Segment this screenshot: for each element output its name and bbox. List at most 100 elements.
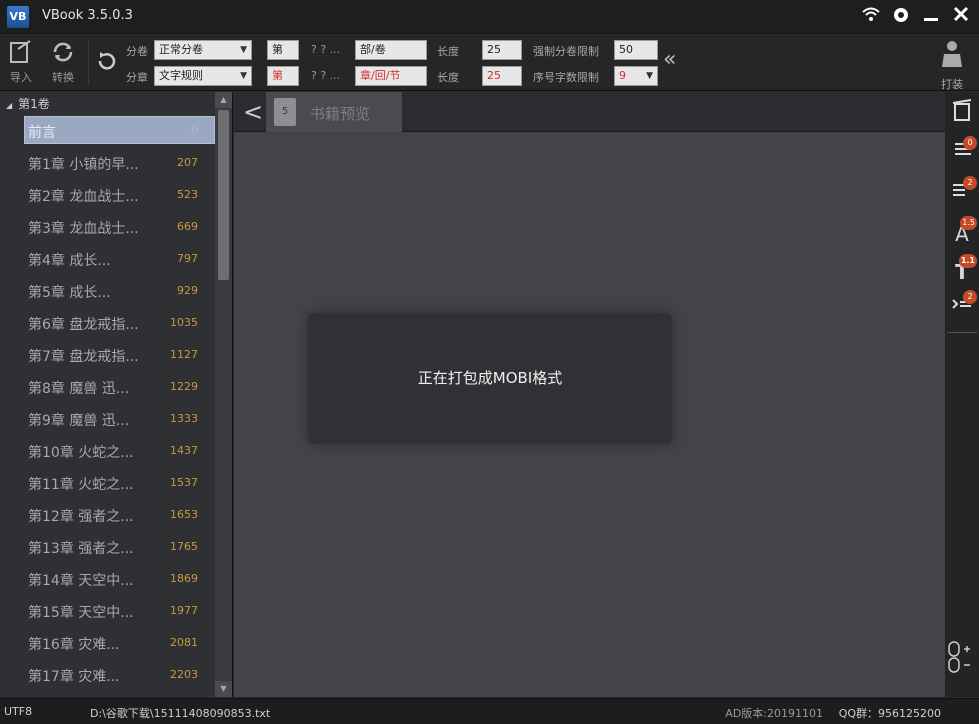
pack-button[interactable]: 打装	[935, 39, 969, 92]
line-spacing-icon[interactable]: 2	[949, 176, 977, 208]
convert-button[interactable]: 转换	[46, 39, 80, 85]
chapter-name: 第16章 灾难...	[28, 637, 120, 653]
list-item[interactable]: 第2章 龙血战士... 523	[0, 178, 216, 210]
collapse-double-chevron-icon[interactable]: «	[663, 47, 676, 72]
chapter-line-number: 929	[177, 284, 198, 297]
mouse-zoom-icon[interactable]	[947, 640, 977, 676]
text-style-icon[interactable]: T 1.1	[949, 254, 977, 286]
minimize-icon[interactable]	[921, 6, 941, 26]
list-item[interactable]: 第6章 盘龙戒指... 1035	[0, 306, 216, 338]
toolbar-separator	[88, 41, 89, 85]
paragraph-spacing-icon[interactable]: 2	[949, 290, 977, 322]
window-title: VBook 3.5.0.3	[42, 8, 133, 23]
sidebar-scrollbar[interactable]: ▲ ▼	[215, 92, 232, 697]
import-label: 导入	[10, 71, 32, 84]
list-item[interactable]: 第7章 盘龙戒指... 1127	[0, 338, 216, 370]
tree-root-volume[interactable]: ◢ 第1卷	[6, 95, 50, 113]
wifi-icon[interactable]	[861, 6, 881, 26]
status-bar: UTF8 D:\谷歌下载\15111408090853.txt AD版本:201…	[0, 698, 979, 724]
list-item[interactable]: 第10章 火蛇之... 1437	[0, 434, 216, 466]
list-item[interactable]: 第11章 火蛇之... 1537	[0, 466, 216, 498]
list-item[interactable]: 第1章 小镇的早... 207	[0, 146, 216, 178]
chapter-prefix-input[interactable]: 第	[267, 66, 299, 86]
indent-lines-icon[interactable]: 0	[949, 136, 977, 168]
volume-length-input[interactable]: 25	[482, 40, 522, 60]
chapter-name: 第8章 魔兽 迅...	[28, 381, 130, 397]
list-item[interactable]: 第13章 强者之... 1765	[0, 530, 216, 562]
status-qq-group: QQ群：956125200	[838, 707, 941, 720]
volume-prefix-input[interactable]: 第	[267, 40, 299, 60]
indent-badge: 0	[963, 136, 977, 150]
convert-label: 转换	[52, 71, 74, 84]
chapter-mode-select[interactable]: 文字规则 ▼	[154, 66, 252, 86]
chapter-name: 第11章 火蛇之...	[28, 477, 134, 493]
chapter-line-number: 1229	[170, 380, 198, 393]
expand-triangle-icon[interactable]: ◢	[6, 101, 12, 110]
toolbar: 导入 转换 分卷 正常分卷 ▼ 分章 文字规则 ▼ 第 ? ? ... 部/卷 …	[0, 35, 979, 91]
chapter-name: 第4章 成长...	[28, 253, 111, 269]
list-item[interactable]: 前言 0	[0, 114, 216, 146]
chapter-list: 前言 0 第1章 小镇的早... 207 第2章 龙血战士... 523 第3章 龙血…	[0, 114, 216, 690]
chapter-name: 第14章 天空中...	[28, 573, 134, 589]
list-item[interactable]: 第8章 魔兽 迅... 1229	[0, 370, 216, 402]
scroll-up-arrow-icon[interactable]: ▲	[215, 92, 232, 108]
chapter-name: 前言	[28, 125, 56, 141]
pack-person-icon	[935, 39, 969, 76]
chapter-name: 第12章 强者之...	[28, 509, 134, 525]
book-preview-icon: 5	[274, 98, 296, 126]
chapter-name: 第2章 龙血战士...	[28, 189, 139, 205]
tab-book-preview[interactable]: 5 书籍预览	[266, 92, 402, 132]
app-logo-icon: VB	[7, 6, 29, 28]
tab-bar: < 5 书籍预览	[234, 92, 945, 132]
list-item[interactable]: 第12章 强者之... 1653	[0, 498, 216, 530]
font-size-icon[interactable]: A 1.5	[949, 216, 977, 248]
chapter-line-number: 1869	[170, 572, 198, 585]
scroll-thumb[interactable]	[218, 110, 229, 280]
settings-gear-icon[interactable]	[891, 6, 911, 26]
status-file-path: D:\谷歌下载\15111408090853.txt	[90, 707, 271, 720]
chapter-line-number: 523	[177, 188, 198, 201]
preview-panel: < 5 书籍预览 正在打包成MOBI格式	[234, 92, 945, 697]
list-item[interactable]: 第5章 成长... 929	[0, 274, 216, 306]
chapter-suffix-input[interactable]: 章/回/节	[355, 66, 427, 86]
toast-message: 正在打包成MOBI格式	[417, 369, 563, 387]
scroll-down-arrow-icon[interactable]: ▼	[215, 681, 232, 697]
text-style-badge: 1.1	[958, 254, 977, 268]
list-item[interactable]: 第17章 灾难... 2203	[0, 658, 216, 690]
chapter-line-number: 2081	[170, 636, 198, 649]
chapter-line-number: 1035	[170, 316, 198, 329]
list-item[interactable]: 第9章 魔兽 迅... 1333	[0, 402, 216, 434]
import-button[interactable]: 导入	[4, 39, 38, 85]
list-item[interactable]: 第15章 天空中... 1977	[0, 594, 216, 626]
chapter-line-number: 669	[177, 220, 198, 233]
chapter-name: 第6章 盘龙戒指...	[28, 317, 139, 333]
chapter-name: 第17章 灾难...	[28, 669, 120, 685]
list-item[interactable]: 第3章 龙血战士... 669	[0, 210, 216, 242]
serial-limit-value: 9	[619, 69, 626, 82]
font-size-badge: 1.5	[960, 216, 977, 230]
list-item[interactable]: 第16章 灾难... 2081	[0, 626, 216, 658]
list-item[interactable]: 第4章 成长... 797	[0, 242, 216, 274]
volume-number-placeholder: ? ? ...	[311, 43, 341, 56]
title-bar: VB VBook 3.5.0.3	[0, 0, 979, 34]
status-encoding: UTF8	[4, 705, 33, 718]
volume-length-label: 长度	[437, 45, 459, 58]
force-volume-limit-input[interactable]: 50	[614, 40, 658, 60]
chapter-name: 第1章 小镇的早...	[28, 157, 139, 173]
back-chevron-icon[interactable]: <	[240, 98, 266, 126]
volume-suffix-input[interactable]: 部/卷	[355, 40, 427, 60]
line-spacing-badge: 2	[963, 176, 977, 190]
chapter-tree-sidebar: ◢ 第1卷 前言 0 第1章 小镇的早... 207 第2章 龙血战士... 523 第…	[0, 92, 233, 697]
paragraph-spacing-badge: 2	[963, 290, 977, 304]
serial-limit-select[interactable]: 9 ▼	[614, 66, 658, 86]
close-icon[interactable]	[951, 6, 971, 26]
trash-bin-icon[interactable]	[949, 96, 975, 124]
chapter-line-number: 0	[191, 124, 198, 137]
refresh-button[interactable]	[90, 49, 124, 77]
volume-label: 分卷	[126, 45, 148, 58]
volume-mode-select[interactable]: 正常分卷 ▼	[154, 40, 252, 60]
preview-content: 正在打包成MOBI格式	[234, 133, 945, 697]
list-item[interactable]: 第14章 天空中... 1869	[0, 562, 216, 594]
chapter-length-input[interactable]: 25	[482, 66, 522, 86]
chapter-line-number: 1653	[170, 508, 198, 521]
